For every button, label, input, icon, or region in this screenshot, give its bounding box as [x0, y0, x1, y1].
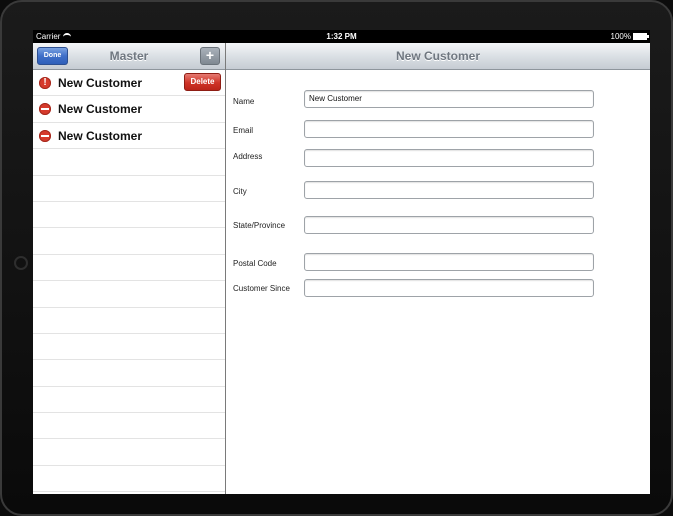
delete-button[interactable]: Delete	[184, 73, 221, 91]
status-time: 1:32 PM	[326, 32, 357, 41]
list-item[interactable]: New Customer Delete	[33, 70, 225, 97]
customer-list: New Customer Delete New Customer New Cus…	[33, 70, 225, 493]
customer-since-field[interactable]	[304, 279, 594, 297]
list-item-label: New Customer	[58, 76, 143, 90]
list-item-label: New Customer	[58, 102, 143, 117]
battery-icon	[633, 33, 649, 40]
empty-row	[33, 387, 225, 414]
empty-row	[33, 466, 225, 493]
address-label: Address	[233, 152, 263, 161]
name-field[interactable]: New Customer	[304, 90, 594, 108]
list-item-label: New Customer	[58, 128, 143, 143]
customer-since-label: Customer Since	[233, 284, 290, 293]
postal-code-field[interactable]	[304, 253, 594, 271]
empty-row	[33, 334, 225, 361]
add-button[interactable]: +	[200, 47, 220, 65]
done-button[interactable]: Done	[37, 47, 68, 65]
delete-control-icon[interactable]	[39, 129, 51, 142]
empty-row	[33, 413, 225, 440]
address-field[interactable]	[304, 149, 594, 167]
empty-row	[33, 308, 225, 334]
empty-row	[33, 281, 225, 308]
camera-icon	[14, 256, 28, 270]
battery-indicator: 100%	[610, 30, 649, 43]
city-field[interactable]	[304, 181, 594, 199]
empty-row	[33, 228, 225, 255]
city-label: City	[233, 187, 247, 196]
detail-navbar: New Customer	[226, 43, 650, 70]
empty-row	[33, 149, 225, 176]
detail-pane: New Customer Name New Customer Email Add…	[226, 43, 650, 494]
list-item[interactable]: New Customer	[33, 123, 225, 150]
empty-row	[33, 176, 225, 202]
empty-row	[33, 360, 225, 387]
status-bar: Carrier 1:32 PM 100%	[33, 30, 650, 43]
state-province-field[interactable]	[304, 216, 594, 234]
email-label: Email	[233, 126, 254, 135]
email-field[interactable]	[304, 120, 594, 138]
empty-row	[33, 255, 225, 282]
detail-title: New Customer	[395, 49, 481, 63]
list-item[interactable]: New Customer	[33, 96, 225, 123]
master-pane: Master Done + New Customer Delete New Cu…	[33, 43, 226, 494]
screen: Carrier 1:32 PM 100% Master Done + New C…	[33, 30, 650, 494]
empty-row	[33, 202, 225, 229]
delete-control-icon[interactable]	[39, 103, 51, 116]
state-province-label: State/Province	[233, 221, 286, 230]
postal-code-label: Postal Code	[233, 259, 277, 268]
name-label: Name	[233, 97, 255, 106]
delete-confirm-icon[interactable]	[39, 76, 51, 90]
master-navbar: Master Done +	[33, 43, 225, 70]
empty-row	[33, 439, 225, 466]
battery-label: 100%	[610, 32, 631, 41]
